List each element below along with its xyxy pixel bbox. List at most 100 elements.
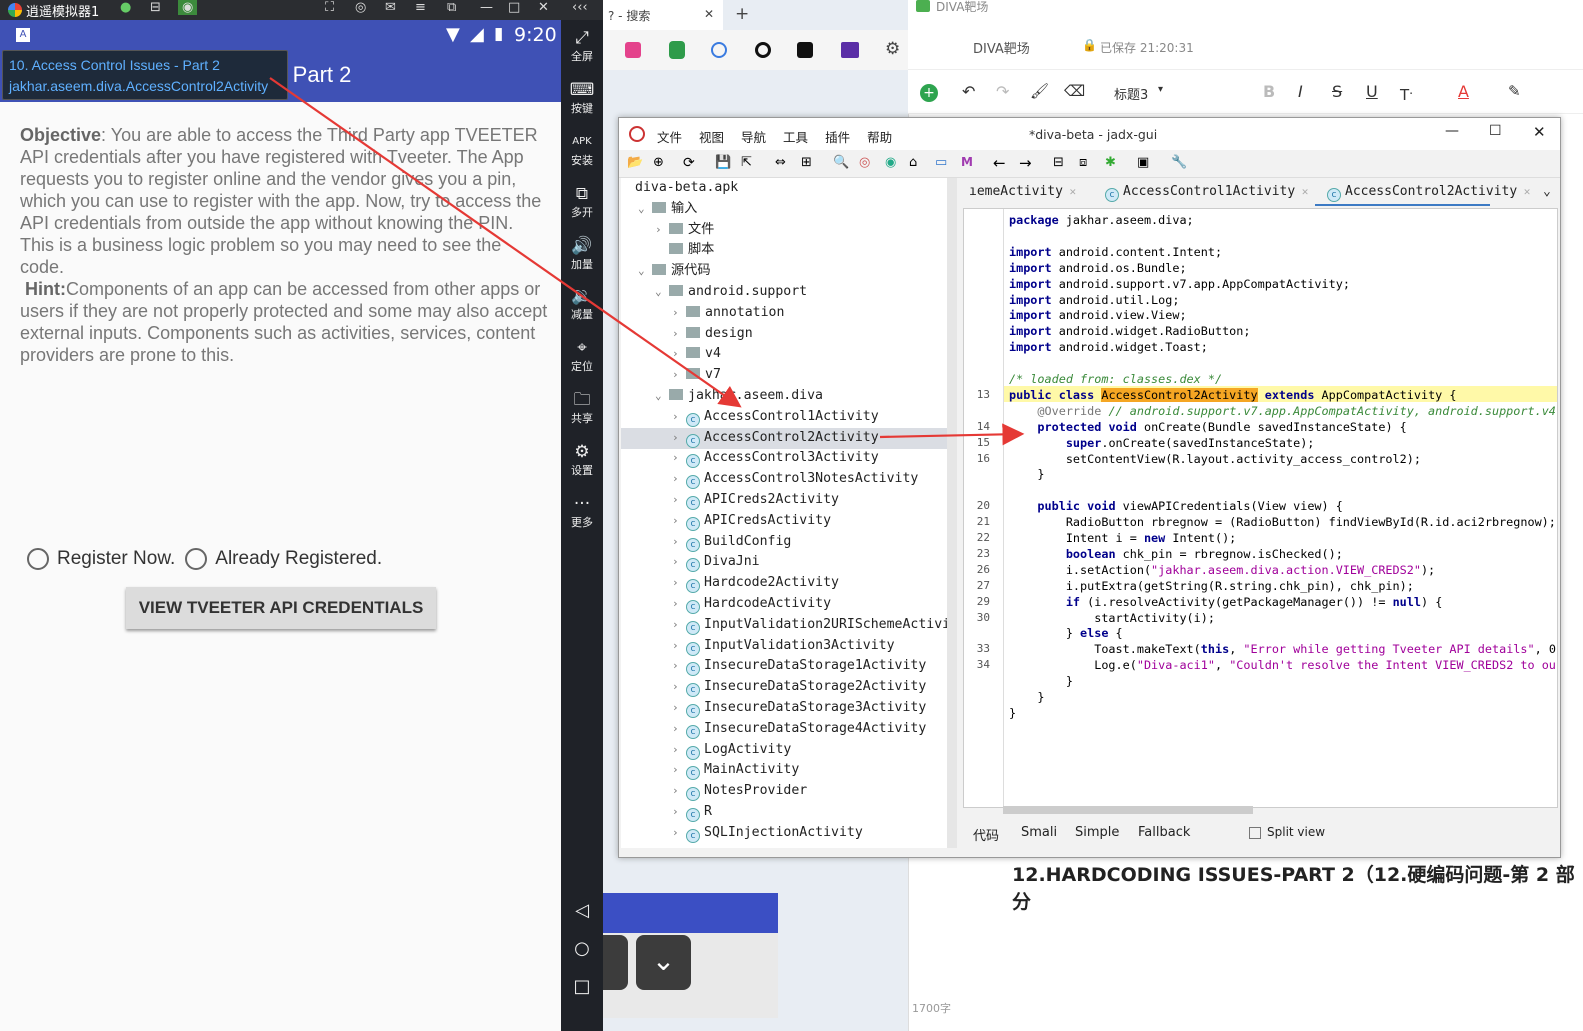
tree-node[interactable]: › c AccessControl3Activity [672, 448, 879, 469]
reload-icon[interactable]: ⟳ [683, 155, 695, 171]
screenshot-icon[interactable]: ⛶ [325, 0, 334, 15]
chevron-right-icon[interactable]: › [672, 573, 686, 593]
tree-node[interactable]: ⌄ android.support [655, 282, 807, 302]
strikethrough-icon[interactable]: S [1332, 82, 1342, 101]
chevron-right-icon[interactable]: › [672, 469, 686, 489]
chevron-right-icon[interactable]: › [672, 448, 686, 468]
back-icon[interactable]: ← [993, 154, 1006, 172]
sidebar-item-3[interactable]: ⧉ 多开 [561, 184, 603, 220]
save-icon[interactable]: 💾 [715, 155, 731, 170]
tree-node[interactable]: › c InputValidation2URISchemeActivity [672, 615, 947, 635]
chevron-right-icon[interactable]: › [672, 677, 686, 697]
record-icon[interactable] [755, 42, 771, 58]
register-now-radio[interactable] [27, 548, 49, 570]
sidebar-item-6[interactable]: ⌖ 定位 [561, 338, 603, 374]
chevron-right-icon[interactable]: › [672, 490, 686, 510]
chevron-down-icon[interactable]: ⌄ [655, 386, 669, 406]
tab-close-icon[interactable]: ✕ [1063, 185, 1077, 198]
search-icon[interactable]: 🔍 [833, 155, 849, 170]
sidebar-item-1[interactable]: ⌨ 按键 [561, 80, 603, 116]
find-usage-icon[interactable]: ◉ [885, 155, 896, 170]
tabs-dropdown-icon[interactable]: ⌄ [1543, 184, 1551, 199]
recents-icon[interactable]: □ [561, 976, 603, 997]
graduation-icon[interactable] [841, 42, 859, 58]
chevron-right-icon[interactable]: › [672, 740, 686, 760]
sidebar-item-7[interactable]: 🗀 共享 [561, 390, 603, 426]
tree-node[interactable]: › c InsecureDataStorage3Activity [672, 698, 926, 718]
tree-node[interactable]: › c LogActivity [672, 740, 791, 760]
tree-node[interactable]: › c MainActivity [672, 760, 799, 781]
sync-icon[interactable] [711, 42, 727, 58]
view-mode-tab[interactable]: Smali [1021, 825, 1057, 840]
minimize-icon[interactable]: — [480, 0, 493, 15]
heading-style-select[interactable]: 标题3 [1114, 84, 1148, 103]
menu-item-5[interactable]: 帮助 [867, 127, 892, 146]
chevron-down-icon[interactable]: ⌄ [638, 261, 652, 281]
tab-close-icon[interactable]: ✕ [704, 7, 714, 21]
tab-close-icon[interactable]: ✕ [1295, 185, 1309, 198]
chevron-right-icon[interactable]: › [672, 636, 686, 656]
flatten-icon[interactable]: ⇔ [775, 155, 786, 170]
tree-node[interactable]: › c SQLInjectionActivity [672, 823, 863, 843]
chevron-right-icon[interactable]: › [672, 760, 686, 780]
menu-item-2[interactable]: 导航 [741, 127, 766, 146]
tree-node[interactable]: ⌄ 输入 [638, 199, 697, 219]
chevron-right-icon[interactable]: › [672, 698, 686, 718]
underline-icon[interactable]: U [1366, 82, 1378, 101]
popout-icon[interactable]: ⧉ [447, 0, 456, 15]
highlight-icon[interactable]: ✎ [1508, 82, 1521, 100]
code-hscrollbar[interactable] [1003, 806, 1253, 814]
superscript-icon[interactable]: T. [1400, 82, 1413, 104]
format-painter-icon[interactable]: 🖌 [1030, 82, 1049, 100]
chevron-down-icon[interactable]: ⌄ [655, 282, 669, 302]
tree-node[interactable]: ⌄ 源代码 [638, 261, 711, 281]
insert-icon[interactable]: + [920, 84, 938, 102]
chevron-right-icon[interactable]: › [672, 407, 686, 427]
window-icon[interactable]: ⊟ [150, 0, 161, 15]
sidebar-item-0[interactable]: ⤢ 全屏 [561, 28, 603, 64]
chevron-right-icon[interactable]: › [672, 324, 686, 344]
menu-item-3[interactable]: 工具 [783, 127, 808, 146]
tree-node[interactable]: › c R [672, 802, 712, 822]
menu-icon[interactable]: ≡ [415, 0, 426, 15]
log-icon[interactable]: M [961, 155, 973, 169]
tree-node[interactable]: › c InsecureDataStorage2Activity [672, 677, 926, 698]
browser-tab[interactable]: ? - 搜索 ✕ [603, 0, 723, 30]
tree-node[interactable]: › v7 [672, 365, 721, 385]
account-icon[interactable]: ◎ [355, 0, 366, 15]
tree-node[interactable]: › c InputValidation3Activity [672, 636, 895, 656]
eraser-icon[interactable]: ⌫ [1064, 82, 1085, 100]
debug-icon[interactable]: ✱ [1105, 155, 1116, 170]
tree-node[interactable]: › c APICreds2Activity [672, 490, 839, 510]
menu-item-0[interactable]: 文件 [657, 127, 682, 146]
tree-node[interactable]: › c AccessControl1Activity [672, 407, 879, 427]
preferences-icon[interactable]: 🔧 [1171, 155, 1187, 170]
menu-item-1[interactable]: 视图 [699, 127, 724, 146]
add-file-icon[interactable]: ⊕ [653, 155, 664, 170]
collapse-icon[interactable]: ‹‹‹ [572, 0, 588, 15]
sidebar-item-4[interactable]: 🔊 加量 [561, 236, 603, 272]
maximize-icon[interactable]: □ [508, 0, 520, 15]
tree-node[interactable]: › c InsecureDataStorage4Activity [672, 719, 926, 739]
tree-node[interactable]: ⌄ jakhar.aseem.diva [655, 386, 823, 406]
new-tab-icon[interactable]: + [735, 4, 749, 24]
split-view-checkbox[interactable] [1249, 827, 1261, 839]
forward-icon[interactable]: → [1019, 154, 1032, 172]
italic-icon[interactable]: I [1298, 82, 1303, 101]
sync-tree-icon[interactable]: ⊞ [801, 155, 812, 170]
tab-close-icon[interactable]: ✕ [1517, 185, 1531, 198]
view-mode-tab[interactable]: Simple [1075, 825, 1119, 840]
minimize-icon[interactable]: — [1445, 123, 1459, 139]
tree-node[interactable]: › c InsecureDataStorage1Activity [672, 656, 926, 677]
tree-node[interactable]: 脚本 [655, 240, 714, 260]
export-icon[interactable]: ⇱ [741, 155, 752, 170]
sidebar-item-9[interactable]: ··· 更多 [561, 494, 603, 530]
tree-node[interactable]: › design [672, 324, 753, 344]
quark-icon[interactable]: ⊟ [1053, 155, 1064, 170]
chevron-down-icon[interactable]: ▾ [1158, 84, 1163, 95]
shield-icon[interactable] [669, 41, 685, 59]
already-registered-label[interactable]: Already Registered. [215, 548, 382, 570]
editor-tab[interactable]: c AccessControl2Activity ✕ [1327, 184, 1530, 202]
tree-node[interactable]: › c DivaJni [672, 552, 760, 573]
sidebar-item-2[interactable]: APK 安装 [561, 132, 603, 168]
